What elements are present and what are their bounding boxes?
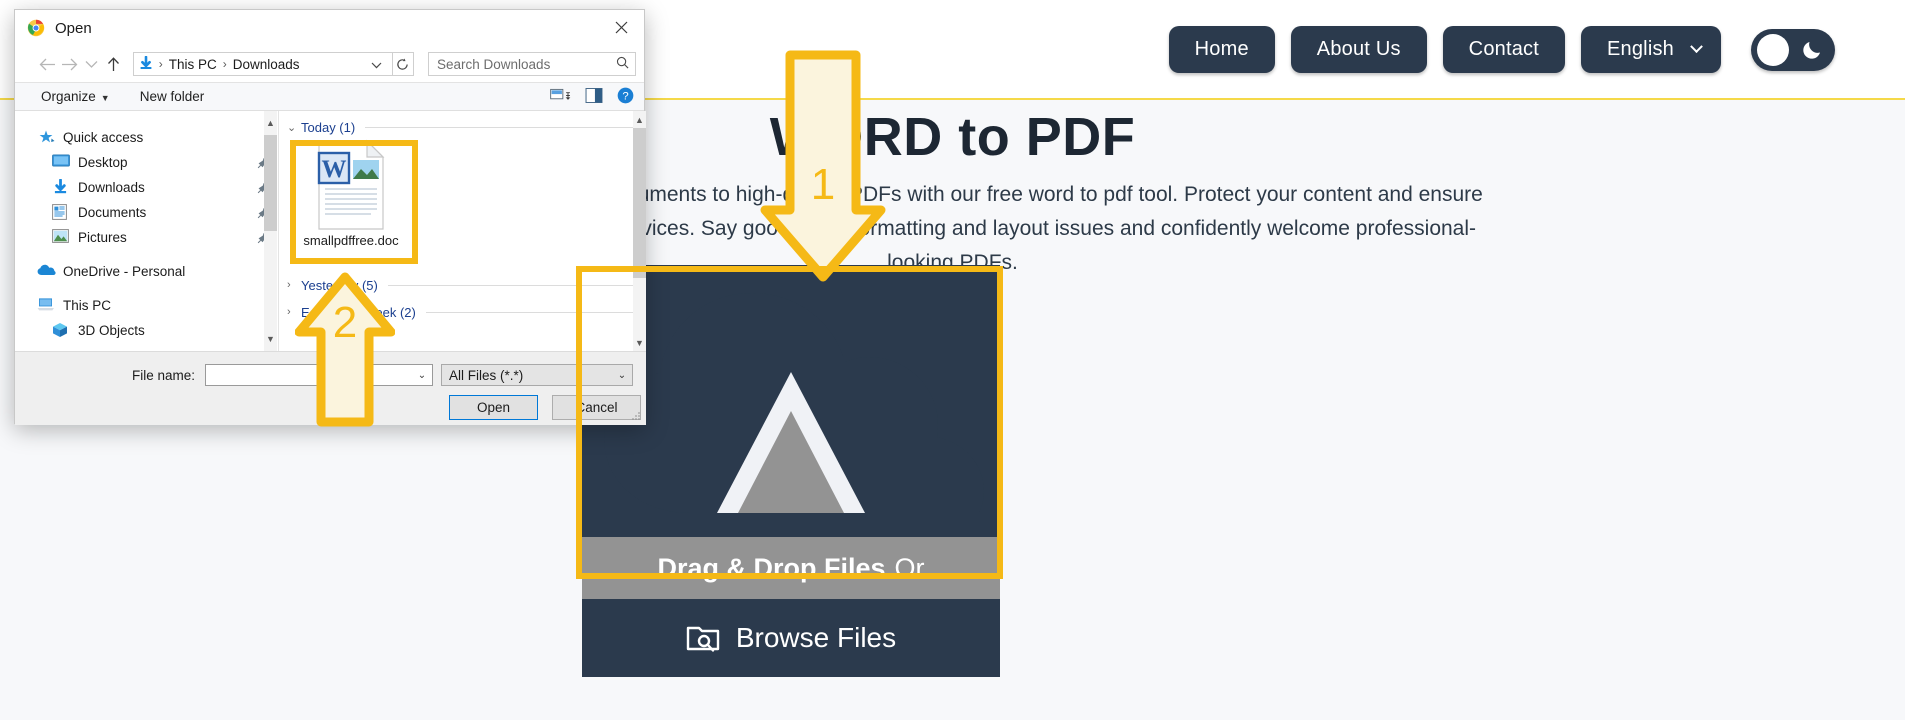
organize-label: Organize	[41, 89, 96, 104]
search-icon[interactable]	[616, 56, 629, 72]
chevron-right-icon[interactable]: ›	[287, 279, 301, 291]
sidebar-item-documents[interactable]: Documents	[15, 200, 278, 225]
folder-search-icon	[686, 626, 720, 652]
view-layout-icon[interactable]	[550, 88, 571, 106]
chevron-down-icon[interactable]: ⌄	[412, 370, 432, 381]
breadcrumb-separator-2: ›	[222, 57, 227, 71]
new-folder-button[interactable]: New folder	[140, 89, 205, 104]
documents-icon	[52, 204, 71, 221]
annotation-number-2: 2	[332, 298, 358, 347]
search-input[interactable]	[435, 55, 616, 73]
quick-access-star-icon	[37, 129, 56, 146]
preview-pane-icon[interactable]	[585, 87, 603, 106]
breadcrumb-separator-1: ›	[158, 57, 163, 71]
breadcrumb-downloads[interactable]: Downloads	[233, 57, 300, 72]
downloads-icon	[52, 178, 71, 196]
sidebar-label: Documents	[78, 205, 147, 220]
dialog-titlebar[interactable]: Open	[15, 10, 644, 46]
sidebar-label: OneDrive - Personal	[63, 264, 186, 279]
pictures-icon	[52, 229, 71, 246]
navigation-pane: Quick access Desktop Downloads Documents…	[15, 111, 279, 351]
file-name-field[interactable]: ⌄	[205, 364, 433, 386]
dialog-buttons: Open Cancel	[15, 395, 646, 420]
this-pc-icon	[37, 297, 56, 314]
address-bar[interactable]: › This PC › Downloads	[132, 52, 393, 76]
up-arrow-icon[interactable]	[103, 51, 125, 77]
highlight-box-dropzone	[576, 266, 1003, 579]
nav-contact[interactable]: Contact	[1442, 26, 1565, 73]
file-name-label: File name:	[131, 367, 195, 383]
file-name-input[interactable]	[206, 365, 412, 385]
browse-files-button[interactable]: Browse Files	[582, 599, 1000, 677]
sidebar-label: Downloads	[78, 180, 145, 195]
sidebar-item-downloads[interactable]: Downloads	[15, 175, 278, 200]
group-header-today[interactable]: ⌄ Today (1)	[279, 118, 646, 136]
dialog-toolbar: Organize ▼ New folder ?	[15, 82, 644, 111]
help-icon[interactable]: ?	[617, 87, 634, 107]
sidebar-item-this-pc[interactable]: This PC	[15, 293, 278, 318]
top-navigation: Home About Us Contact English	[1168, 26, 1835, 73]
scrollbar-thumb[interactable]	[633, 128, 646, 278]
desktop-icon	[52, 154, 71, 171]
sidebar-item-pictures[interactable]: Pictures	[15, 225, 278, 250]
toolbar-right-group: ?	[550, 87, 644, 107]
chrome-icon	[27, 19, 45, 37]
sidebar-item-desktop[interactable]: Desktop	[15, 150, 278, 175]
svg-text:?: ?	[622, 90, 628, 102]
file-type-filter-value: All Files (*.*)	[449, 367, 524, 383]
highlight-box-selected-file	[290, 140, 418, 264]
toggle-knob	[1757, 33, 1789, 66]
chevron-down-icon	[1690, 40, 1703, 54]
language-selector[interactable]: English	[1581, 26, 1721, 73]
back-arrow-icon[interactable]	[37, 51, 59, 77]
dialog-navigation-bar: › This PC › Downloads	[15, 46, 644, 82]
browse-files-label: Browse Files	[735, 622, 897, 653]
sidebar-label: This PC	[63, 298, 112, 313]
organize-button[interactable]: Organize ▼	[41, 89, 110, 104]
group-divider	[365, 126, 646, 128]
onedrive-cloud-icon	[37, 263, 56, 280]
chevron-down-icon[interactable]: ⌄	[287, 121, 301, 134]
group-label: Yesterday (5)	[301, 277, 378, 293]
dialog-title: Open	[55, 19, 92, 37]
search-downloads-box[interactable]	[428, 52, 636, 76]
breadcrumb-this-pc[interactable]: This PC	[169, 57, 217, 72]
close-icon[interactable]	[598, 10, 644, 44]
moon-icon	[1803, 41, 1820, 59]
refresh-icon[interactable]	[392, 52, 414, 76]
address-chevron-down-icon[interactable]	[366, 57, 387, 72]
sidebar-label: Quick access	[63, 130, 144, 145]
downloads-icon	[139, 55, 153, 73]
open-button[interactable]: Open	[449, 395, 538, 420]
caret-down-icon: ▼	[100, 93, 110, 103]
recent-locations-chevron-down-icon[interactable]	[81, 51, 103, 77]
sidebar-item-onedrive[interactable]: OneDrive - Personal	[15, 259, 278, 284]
sidebar-label: 3D Objects	[78, 323, 145, 338]
sidebar-label: Desktop	[78, 155, 128, 170]
navigation-pane-scrollbar[interactable]: ▲ ▼	[264, 111, 277, 351]
scrollbar-thumb[interactable]	[264, 135, 277, 231]
sidebar-label: Pictures	[78, 230, 127, 245]
nav-home[interactable]: Home	[1168, 26, 1275, 73]
theme-toggle[interactable]	[1751, 28, 1835, 71]
file-name-row: File name: ⌄ All Files (*.*) ⌄	[15, 364, 646, 386]
forward-arrow-icon[interactable]	[59, 51, 81, 77]
language-selector-label: English	[1607, 38, 1674, 60]
scroll-up-icon[interactable]: ▲	[633, 111, 646, 128]
nav-about-us[interactable]: About Us	[1290, 26, 1427, 73]
group-label: Today (1)	[301, 119, 356, 135]
sidebar-item-3d-objects[interactable]: 3D Objects	[15, 318, 278, 343]
scroll-up-icon[interactable]: ▲	[264, 114, 277, 131]
annotation-number-1: 1	[810, 160, 836, 209]
3d-objects-icon	[52, 322, 71, 339]
dialog-footer: File name: ⌄ All Files (*.*) ⌄ Open Canc…	[15, 351, 646, 425]
scroll-down-icon[interactable]: ▼	[264, 330, 277, 347]
sidebar-item-quick-access[interactable]: Quick access	[15, 125, 278, 150]
